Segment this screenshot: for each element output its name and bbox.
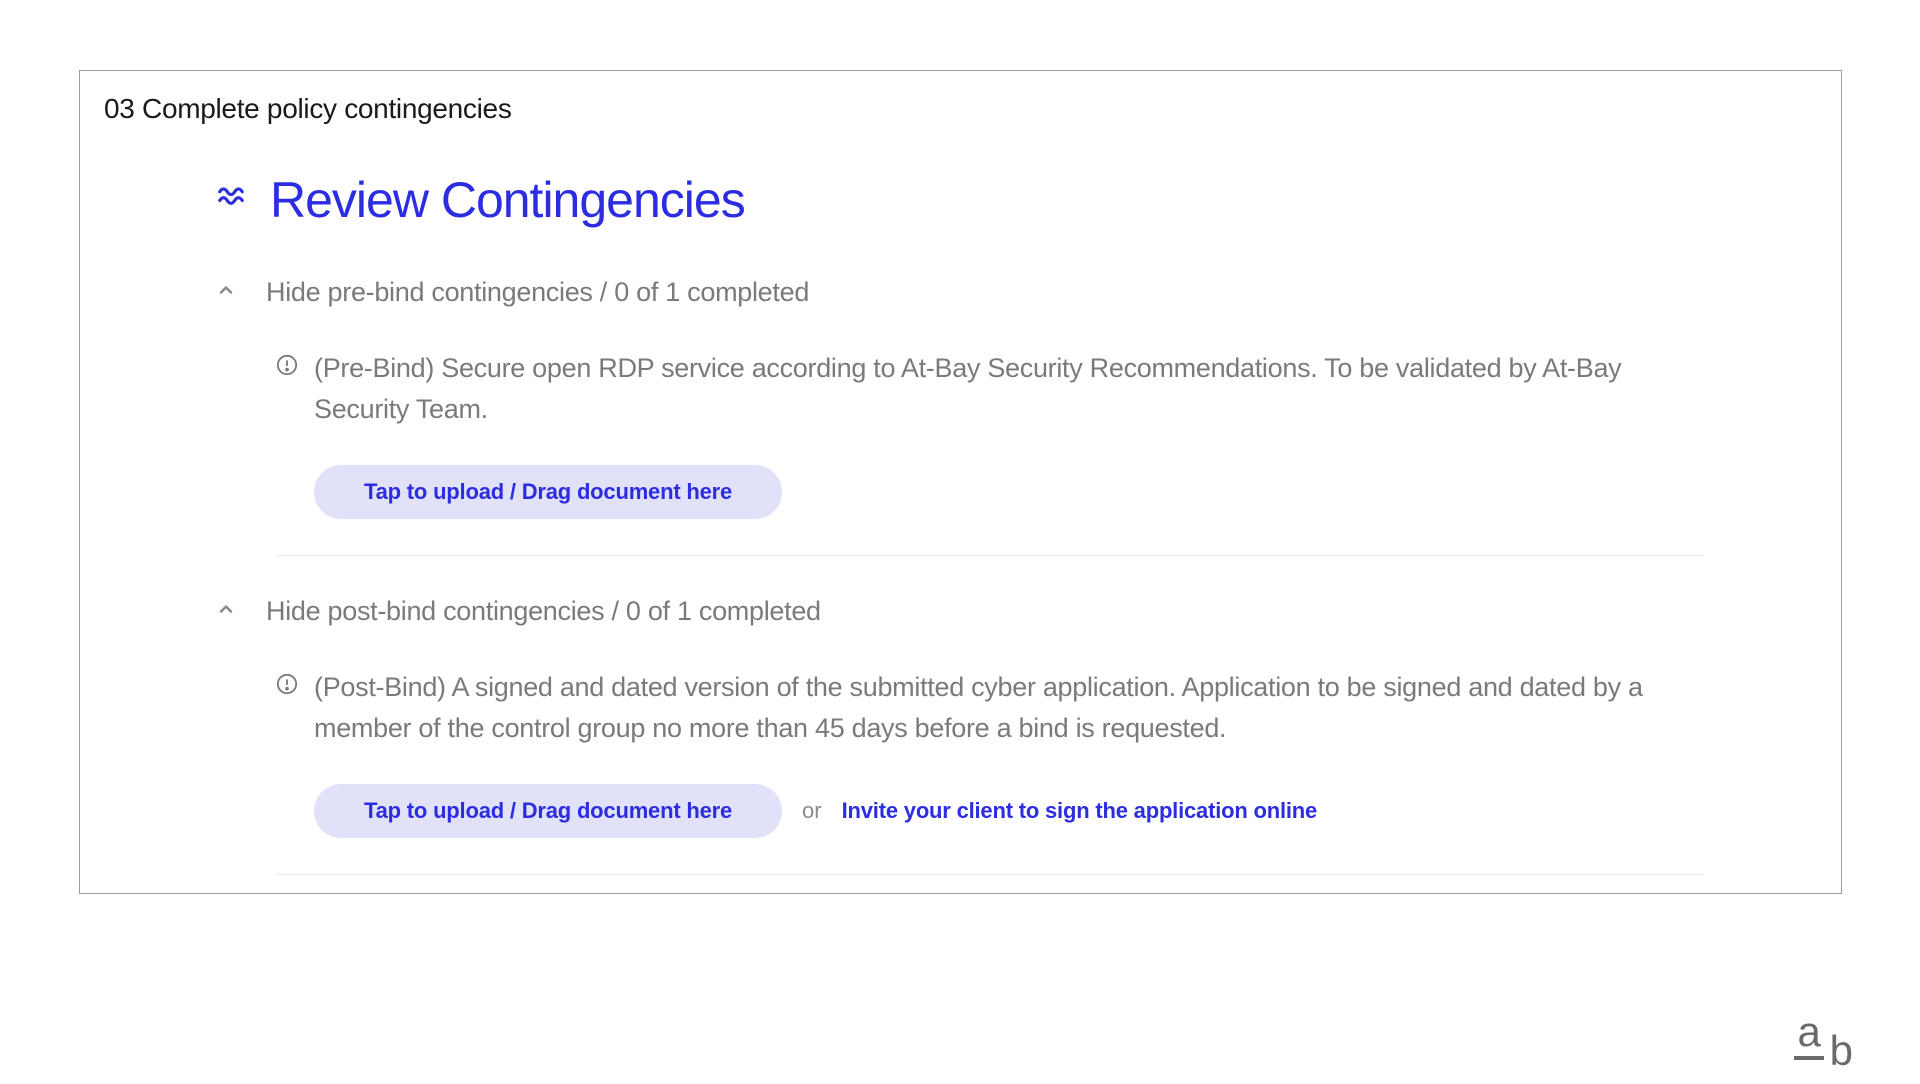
chevron-up-icon [216, 599, 236, 624]
pre-bind-section-toggle[interactable]: Hide pre-bind contingencies / 0 of 1 com… [216, 277, 1705, 308]
brand-logo: a b [1794, 1012, 1852, 1060]
upload-button[interactable]: Tap to upload / Drag document here [314, 465, 782, 519]
logo-b-text: b [1830, 1030, 1852, 1072]
chevron-up-icon [216, 280, 236, 305]
or-label: or [802, 798, 822, 824]
action-row: Tap to upload / Drag document here [276, 465, 1705, 519]
title-row: Review Contingencies [216, 171, 1705, 229]
upload-button[interactable]: Tap to upload / Drag document here [314, 784, 782, 838]
page-title: Review Contingencies [270, 171, 745, 229]
contingencies-panel: 03 Complete policy contingencies Review … [79, 70, 1842, 894]
step-header: 03 Complete policy contingencies [80, 71, 1841, 143]
logo-underline [1794, 1056, 1824, 1060]
contingency-text: (Pre-Bind) Secure open RDP service accor… [314, 348, 1705, 429]
divider [276, 555, 1705, 556]
contingency-item: (Post-Bind) A signed and dated version o… [216, 667, 1705, 838]
squiggle-icon [216, 183, 246, 218]
contingency-row: (Post-Bind) A signed and dated version o… [276, 667, 1705, 748]
contingency-row: (Pre-Bind) Secure open RDP service accor… [276, 348, 1705, 429]
divider [276, 874, 1705, 875]
invite-client-link[interactable]: Invite your client to sign the applicati… [842, 798, 1317, 824]
post-bind-section-label: Hide post-bind contingencies / 0 of 1 co… [266, 596, 821, 627]
post-bind-section-toggle[interactable]: Hide post-bind contingencies / 0 of 1 co… [216, 596, 1705, 627]
contingency-item: (Pre-Bind) Secure open RDP service accor… [216, 348, 1705, 519]
action-row: Tap to upload / Drag document here or In… [276, 784, 1705, 838]
alert-icon [276, 354, 298, 381]
content-area: Review Contingencies Hide pre-bind conti… [80, 171, 1841, 875]
alert-icon [276, 673, 298, 700]
logo-a-text: a [1797, 1012, 1819, 1052]
logo-a: a [1794, 1012, 1824, 1060]
pre-bind-section-label: Hide pre-bind contingencies / 0 of 1 com… [266, 277, 809, 308]
contingency-text: (Post-Bind) A signed and dated version o… [314, 667, 1705, 748]
